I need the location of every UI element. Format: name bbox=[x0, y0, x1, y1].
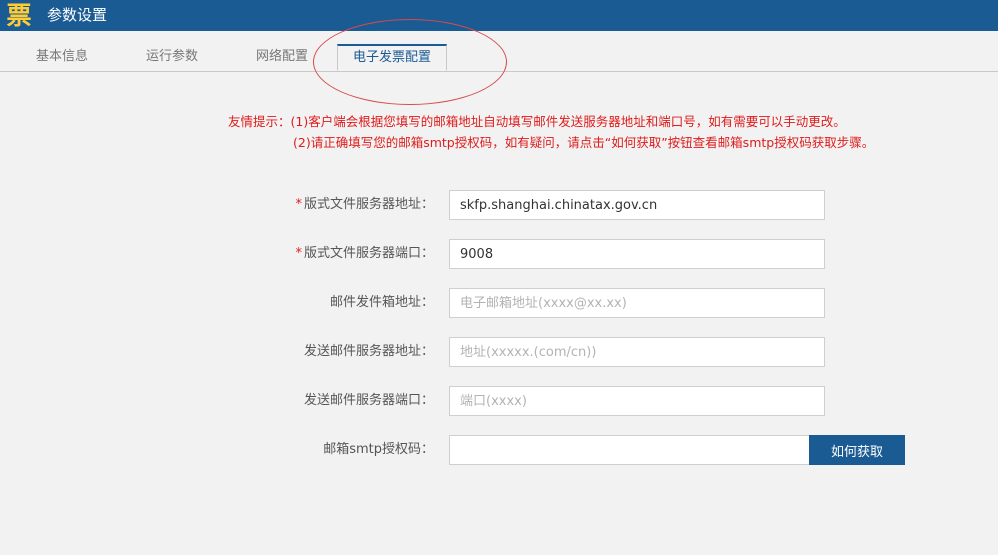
row-smtp-auth-code: 邮箱smtp授权码： 如何获取 bbox=[0, 435, 998, 465]
row-mail-sender: 邮件发件箱地址： bbox=[0, 288, 998, 318]
row-layout-file-server-addr: * 版式文件服务器地址： bbox=[0, 190, 998, 220]
smtp-server-port-input[interactable] bbox=[449, 386, 825, 416]
tip-line-2: (2)请正确填写您的邮箱smtp授权码，如有疑问，请点击“如何获取”按钮查看邮箱… bbox=[293, 135, 875, 150]
row-smtp-server-port: 发送邮件服务器端口： bbox=[0, 386, 998, 416]
mail-sender-input[interactable] bbox=[449, 288, 825, 318]
how-to-get-button[interactable]: 如何获取 bbox=[809, 435, 905, 465]
required-mark: * bbox=[295, 246, 302, 261]
mail-sender-label: 邮件发件箱地址： bbox=[329, 295, 434, 310]
smtp-server-port-label: 发送邮件服务器端口： bbox=[303, 393, 434, 408]
tips-block: 友情提示：(1)客户端会根据您填写的邮箱地址自动填写邮件发送服务器地址和端口号，… bbox=[228, 111, 874, 153]
layout-file-server-addr-label: * 版式文件服务器地址： bbox=[295, 197, 434, 212]
row-layout-file-server-port: * 版式文件服务器端口： bbox=[0, 239, 998, 269]
tab-run-params[interactable]: 运行参数 bbox=[134, 44, 210, 70]
tip-line-1: 友情提示：(1)客户端会根据您填写的邮箱地址自动填写邮件发送服务器地址和端口号，… bbox=[228, 114, 846, 129]
layout-file-server-port-input[interactable] bbox=[449, 239, 825, 269]
smtp-auth-code-label: 邮箱smtp授权码： bbox=[323, 442, 434, 457]
tab-network-config[interactable]: 网络配置 bbox=[244, 44, 320, 70]
invoice-logo-icon: 票 bbox=[6, 1, 32, 30]
title-bar: 票 参数设置 bbox=[0, 0, 998, 31]
window-title: 参数设置 bbox=[47, 6, 108, 24]
tab-bar: 基本信息 运行参数 网络配置 电子发票配置 bbox=[0, 31, 998, 72]
tab-einvoice-config[interactable]: 电子发票配置 bbox=[337, 44, 447, 71]
layout-file-server-port-label: * 版式文件服务器端口： bbox=[295, 246, 434, 261]
smtp-server-addr-label: 发送邮件服务器地址： bbox=[303, 344, 434, 359]
layout-file-server-addr-input[interactable] bbox=[449, 190, 825, 220]
smtp-server-addr-input[interactable] bbox=[449, 337, 825, 367]
required-mark: * bbox=[295, 197, 302, 212]
row-smtp-server-addr: 发送邮件服务器地址： bbox=[0, 337, 998, 367]
tab-basic-info[interactable]: 基本信息 bbox=[24, 44, 100, 70]
smtp-auth-code-input[interactable] bbox=[449, 435, 825, 465]
